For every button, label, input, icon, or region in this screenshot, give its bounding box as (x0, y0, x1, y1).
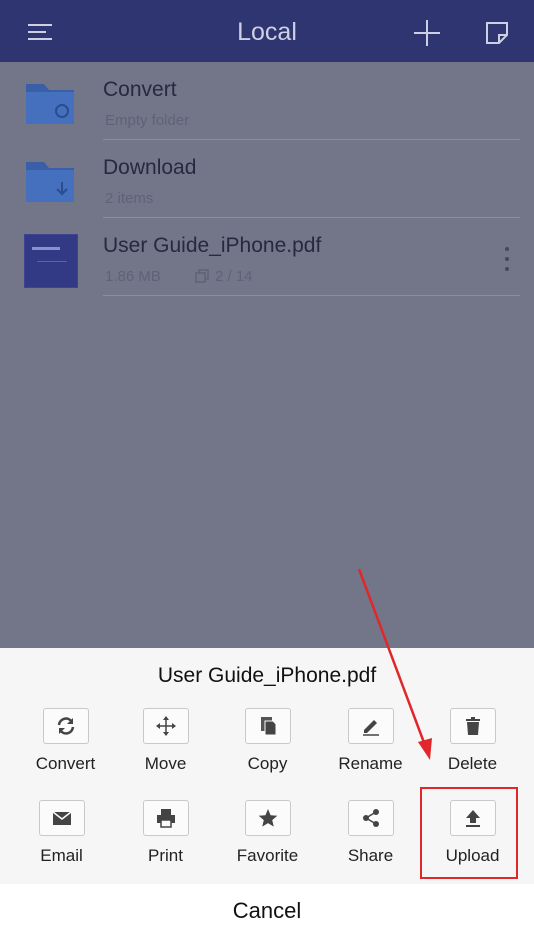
note-edit-icon[interactable] (484, 20, 510, 46)
action-label: Delete (447, 754, 498, 773)
pages-icon (195, 269, 209, 283)
page-count-text: 2 / 14 (215, 268, 253, 285)
move-button[interactable]: Move (114, 708, 217, 774)
print-button[interactable]: Print (114, 800, 217, 866)
folder-download-icon (26, 162, 74, 202)
list-item-folder-convert[interactable]: Convert Empty folder (0, 62, 534, 140)
email-button[interactable]: Email (10, 800, 113, 866)
file-size: 1.86 MB (105, 268, 161, 285)
pdf-thumb-line (37, 261, 67, 262)
cancel-bar: Cancel (0, 884, 534, 935)
page-count: 2 / 14 (195, 268, 253, 285)
share-button[interactable]: Share (319, 800, 422, 866)
copy-button[interactable]: Copy (216, 708, 319, 774)
share-icon (362, 809, 379, 827)
convert-icon (57, 717, 74, 735)
move-icon (155, 716, 176, 736)
sheet-title: User Guide_iPhone.pdf (157, 664, 377, 687)
copy-icon (260, 717, 276, 736)
print-icon (156, 809, 175, 828)
action-label: Share (347, 846, 394, 865)
more-vertical-icon[interactable] (505, 247, 511, 273)
delete-button[interactable]: Delete (421, 708, 524, 774)
top-nav-bar: Local (0, 0, 534, 62)
file-list: Convert Empty folder Download 2 items Us… (0, 62, 534, 296)
convert-button[interactable]: Convert (14, 708, 117, 774)
page-title: Local (237, 18, 297, 46)
file-meta: 2 items (105, 190, 154, 207)
action-label: Move (144, 754, 187, 773)
row-divider (103, 295, 520, 296)
star-icon (258, 809, 277, 827)
file-meta: Empty folder (105, 112, 190, 129)
action-label: Email (40, 846, 83, 865)
email-icon (52, 811, 71, 825)
folder-sync-icon (26, 84, 74, 124)
action-label: Copy (247, 754, 288, 773)
file-name: Download (103, 156, 197, 179)
file-name: Convert (103, 78, 177, 101)
list-item-pdf-file[interactable]: User Guide_iPhone.pdf 1.86 MB 2 / 14 (0, 218, 534, 296)
favorite-button[interactable]: Favorite (216, 800, 319, 866)
list-item-folder-download[interactable]: Download 2 items (0, 140, 534, 218)
pdf-thumbnail (24, 234, 78, 288)
pdf-logo (32, 247, 60, 250)
action-label: Favorite (236, 846, 299, 865)
cancel-button[interactable]: Cancel (0, 898, 534, 924)
plus-icon[interactable] (414, 20, 440, 46)
rename-button[interactable]: Rename (319, 708, 422, 774)
file-name: User Guide_iPhone.pdf (103, 234, 322, 257)
trash-icon (465, 717, 480, 735)
action-label: Rename (338, 754, 403, 773)
rename-icon (362, 720, 379, 736)
action-label: Print (148, 846, 183, 865)
upload-highlight-box (420, 787, 518, 879)
action-label: Convert (35, 754, 96, 773)
